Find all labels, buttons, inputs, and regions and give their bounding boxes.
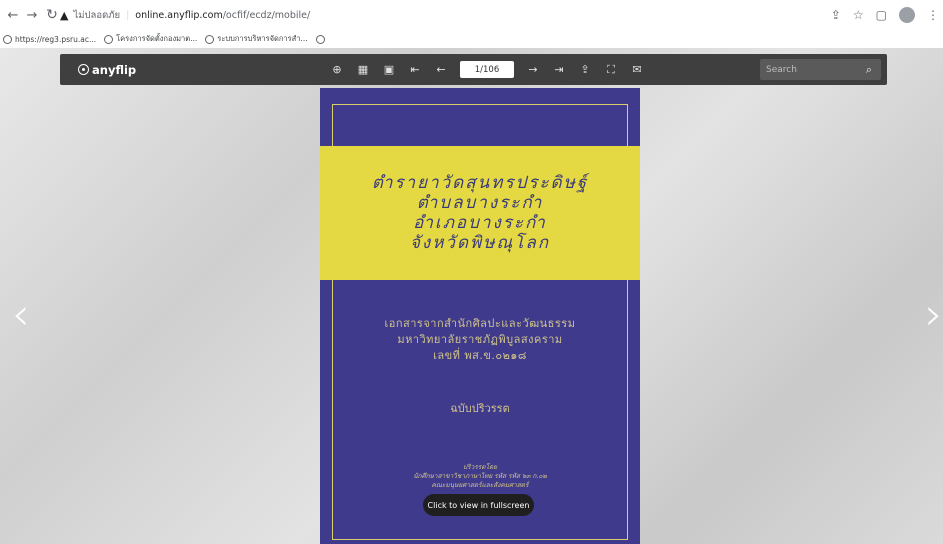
- bookmark-label: ระบบการบริหารจัดการสำ...: [217, 34, 308, 43]
- flipbook-viewport: anyflip ⊕ ▦ ▣ ⇤ ← → ⇥ ⇪ ⛶ ✉ ⌕ ‹ › ตำรายา…: [0, 48, 943, 544]
- url-field[interactable]: ▲ ไม่ปลอดภัย | online.anyflip.com /ocfif…: [60, 5, 820, 26]
- cover-title-line: อำเภอบางระกำ: [413, 213, 547, 233]
- search-input[interactable]: [760, 60, 860, 79]
- bookmark-item[interactable]: https://reg3.psru.ac...: [3, 34, 97, 44]
- zoom-in-icon[interactable]: ⊕: [330, 63, 344, 77]
- profile-avatar-icon[interactable]: [899, 7, 915, 23]
- logo-text: anyflip: [92, 62, 137, 77]
- globe-icon: [3, 34, 12, 44]
- globe-icon: [104, 34, 114, 44]
- share-icon[interactable]: ⇪: [831, 8, 841, 22]
- anyflip-logo-icon: [78, 64, 89, 75]
- url-host: online.anyflip.com: [135, 10, 223, 21]
- credit-line: คณะมนุษยศาสตร์และสังคมศาสตร์: [431, 481, 529, 489]
- url-path: /ocfif/ecdz/mobile/: [222, 10, 311, 21]
- bookmark-item[interactable]: [315, 34, 328, 44]
- credit-line: นักศึกษาสาขาวิชาภาษาไทย รหัส รหัส ๖๓ ก.๐…: [413, 472, 547, 480]
- cover-title-line: จังหวัดพิษณุโลก: [409, 233, 551, 253]
- cover-title-line: ตำรายาวัดสุนทรประดิษฐ์: [371, 173, 589, 193]
- url-separator: |: [126, 10, 130, 21]
- bookmark-label: โครงการจัดตั้งกองมาต...: [116, 34, 198, 43]
- book-cover[interactable]: ตำรายาวัดสุนทรประดิษฐ์ ตำบลบางระกำ อำเภอ…: [320, 88, 640, 544]
- anyflip-logo[interactable]: anyflip: [78, 54, 136, 85]
- search-box: ⌕: [760, 59, 881, 80]
- warning-icon: ▲: [60, 9, 69, 22]
- back-arrow-icon[interactable]: ←: [3, 5, 23, 25]
- cover-title-line: ตำบลบางระกำ: [416, 193, 544, 213]
- browser-address-bar: ← → ↻ ▲ ไม่ปลอดภัย | online.anyflip.com …: [0, 0, 943, 30]
- subtitle-line: เลขที่ พส.ข.๐๒๑๘: [433, 349, 527, 362]
- star-icon[interactable]: ☆: [853, 8, 864, 22]
- title-band: ตำรายาวัดสุนทรประดิษฐ์ ตำบลบางระกำ อำเภอ…: [320, 146, 640, 280]
- forward-arrow-icon[interactable]: →: [22, 5, 42, 25]
- cover-credit: ปริวรรตโดย นักศึกษาสาขาวิชาภาษาไทย รหัส …: [320, 463, 640, 490]
- reload-icon[interactable]: ↻: [42, 5, 62, 25]
- search-icon[interactable]: ⌕: [860, 63, 878, 77]
- bookmark-item[interactable]: โครงการจัดตั้งกองมาต...: [104, 33, 197, 45]
- bookmarks-bar: https://reg3.psru.ac... โครงการจัดตั้งกอ…: [0, 30, 943, 48]
- globe-icon: [205, 34, 215, 44]
- fullscreen-hint-button[interactable]: Click to view in fullscreen: [423, 494, 534, 516]
- cover-subtitle: เอกสารจากสำนักศิลปะและวัฒนธรรม มหาวิทยาล…: [320, 316, 640, 364]
- insecure-label: ไม่ปลอดภัย: [73, 10, 121, 21]
- thumbnails-icon[interactable]: ▦: [356, 63, 370, 77]
- next-page-icon[interactable]: →: [526, 63, 540, 77]
- menu-icon[interactable]: ⋮: [927, 8, 939, 22]
- bookmark-label: https://reg3.psru.ac...: [15, 34, 97, 44]
- credit-line: ปริวรรตโดย: [463, 463, 497, 471]
- page-number-input[interactable]: [460, 61, 514, 78]
- globe-icon: [315, 34, 325, 44]
- flipbook-toolbar: anyflip ⊕ ▦ ▣ ⇤ ← → ⇥ ⇪ ⛶ ✉ ⌕: [60, 54, 887, 85]
- subtitle-line: มหาวิทยาลัยราชภัฏพิบูลสงคราม: [397, 333, 563, 346]
- browser-actions: ⇪ ☆ ▢ ⋮: [831, 5, 939, 25]
- first-page-icon[interactable]: ⇤: [408, 63, 422, 77]
- previous-page-arrow-icon[interactable]: ‹: [12, 293, 30, 337]
- cover-edition: ฉบับปริวรรต: [450, 402, 510, 415]
- previous-page-icon[interactable]: ←: [434, 63, 448, 77]
- share-icon[interactable]: ⇪: [578, 63, 592, 77]
- subtitle-line: เอกสารจากสำนักศิลปะและวัฒนธรรม: [384, 317, 576, 330]
- sidepanel-icon[interactable]: ▢: [876, 8, 887, 22]
- last-page-icon[interactable]: ⇥: [552, 63, 566, 77]
- toolbar-controls: ⊕ ▦ ▣ ⇤ ← → ⇥ ⇪ ⛶ ✉: [330, 54, 644, 85]
- single-page-icon[interactable]: ▣: [382, 63, 396, 77]
- bookmark-item[interactable]: ระบบการบริหารจัดการสำ...: [205, 33, 308, 45]
- fullscreen-icon[interactable]: ⛶: [604, 63, 618, 77]
- next-page-arrow-icon[interactable]: ›: [925, 293, 943, 337]
- email-icon[interactable]: ✉: [630, 63, 644, 77]
